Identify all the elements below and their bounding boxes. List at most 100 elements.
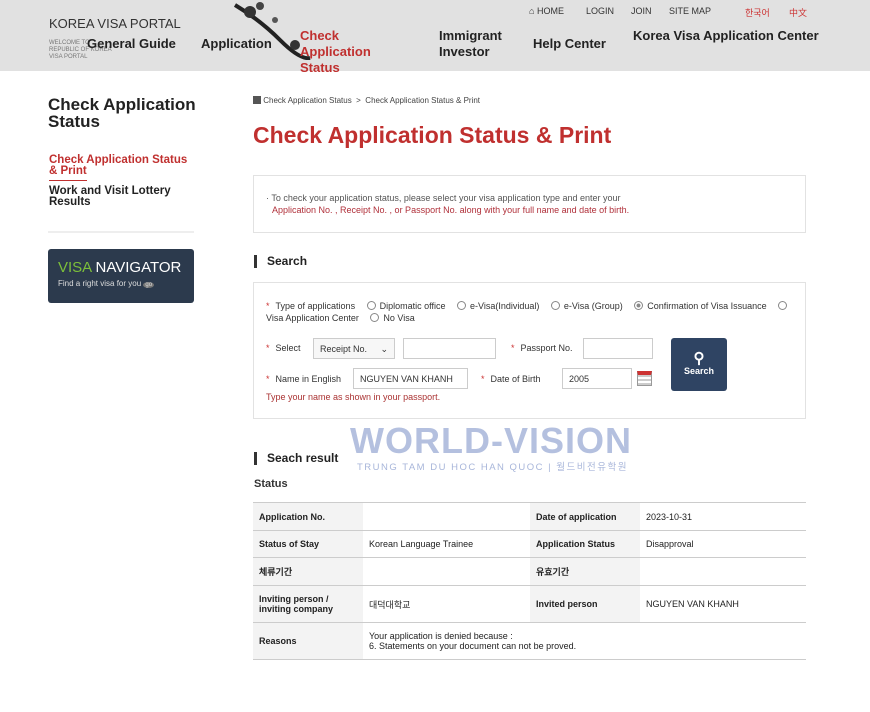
breadcrumb: Check Application Status > Check Applica… <box>253 96 480 105</box>
required-mark: * <box>266 343 270 353</box>
table-row: Status of Stay Korean Language Trainee App… <box>253 530 806 558</box>
calendar-icon[interactable] <box>637 371 652 386</box>
header: KOREA VISA PORTAL WELCOME TO REPUBLIC OF… <box>0 0 870 75</box>
reason-line: Your application is denied because : <box>369 631 513 641</box>
nav-visa-center[interactable]: Korea Visa Application Center <box>633 28 819 44</box>
sidebar-item-check-status[interactable]: Check Application Status & Print <box>49 154 189 177</box>
radio-diplomatic[interactable] <box>366 301 376 310</box>
cell-label: Status of Stay <box>253 530 363 558</box>
notice-line: Application No. , Receipt No. , or Passp… <box>272 205 630 215</box>
cell-value: Disapproval <box>640 530 806 558</box>
active-underline <box>49 180 87 181</box>
banner-visa: VISA <box>58 259 92 276</box>
select-value: Receipt No. <box>320 344 368 354</box>
login-link[interactable]: LOGIN <box>586 6 614 16</box>
watermark-logo: WORLD-VISION <box>350 420 632 461</box>
cell-value: NGUYEN VAN KHANH <box>640 585 806 623</box>
table-row: Reasons Your application is denied becaus… <box>253 622 806 660</box>
dob-input[interactable]: 2005 <box>562 368 632 389</box>
cell-label: Inviting person / inviting company <box>253 585 363 623</box>
breadcrumb-item[interactable]: Check Application Status <box>263 96 352 105</box>
divider <box>48 231 194 233</box>
required-mark: * <box>511 343 515 353</box>
cell-value: Korean Language Trainee <box>363 530 530 558</box>
reason-line: 6. Statements on your document can not b… <box>369 641 577 651</box>
status-subheading: Status <box>254 478 288 490</box>
table-row: Inviting person / inviting company 대덕대학교 I… <box>253 585 806 623</box>
sitemap-link[interactable]: SITE MAP <box>669 6 711 16</box>
cell-label: 유효기간 <box>530 557 640 586</box>
required-mark: * <box>266 301 270 311</box>
search-form: * Type of applications Diplomatic office … <box>253 282 806 419</box>
search-button[interactable]: ⚲ Search <box>671 338 727 391</box>
application-type-group: * Type of applications Diplomatic office … <box>266 300 801 324</box>
breadcrumb-item[interactable]: Check Application Status & Print <box>365 96 480 105</box>
chevron-down-icon: ⌄ <box>380 344 388 354</box>
cell-value: 대덕대학교 <box>363 585 530 623</box>
cell-label: Invited person <box>530 585 640 623</box>
radio-label: Visa Application Center <box>266 313 359 323</box>
cell-label: Date of application <box>530 502 640 531</box>
radio-evisa-group[interactable] <box>550 301 560 310</box>
select-label: Select <box>275 343 301 353</box>
required-mark: * <box>266 374 270 384</box>
chinese-link[interactable]: 中文 <box>789 6 807 19</box>
visa-navigator-banner[interactable]: VISA NAVIGATOR Find a right visa for you… <box>48 249 194 303</box>
site-logo[interactable]: KOREA VISA PORTAL <box>49 16 181 31</box>
nav-help-center[interactable]: Help Center <box>533 36 606 52</box>
number-input[interactable] <box>403 338 496 359</box>
home-link[interactable]: ⌂ HOME <box>529 6 564 16</box>
radio-label: e-Visa (Group) <box>563 301 623 311</box>
table-row: Application No. Date of application 2023-1… <box>253 502 806 531</box>
korean-link[interactable]: 한국어 <box>745 6 770 19</box>
name-input[interactable]: NGUYEN VAN KHANH <box>353 368 468 389</box>
passport-label: Passport No. <box>520 343 573 353</box>
passport-input[interactable] <box>583 338 653 359</box>
type-label: Type of applications <box>275 301 356 311</box>
name-label: Name in English <box>275 374 342 384</box>
watermark-sub: TRUNG TAM DU HOC HAN QUOC | 월드비전유학원 <box>357 462 628 473</box>
radio-label: Confirmation of Visa Issuance <box>647 301 767 311</box>
nav-check-status[interactable]: Check Application Status <box>300 28 410 76</box>
nav-immigrant-investor[interactable]: Immigrant Investor <box>439 28 509 60</box>
home-icon <box>253 96 261 104</box>
radio-confirmation[interactable] <box>634 301 644 310</box>
join-link[interactable]: JOIN <box>631 6 652 16</box>
id-type-select[interactable]: Receipt No. ⌄ <box>313 338 395 359</box>
cell-label: Reasons <box>253 622 363 660</box>
nav-general-guide[interactable]: General Guide <box>87 36 176 52</box>
home-icon: ⌂ <box>529 6 535 16</box>
radio-label: Diplomatic office <box>379 301 446 311</box>
cell-value: 2023-10-31 <box>640 502 806 531</box>
dob-label: Date of Birth <box>490 374 541 384</box>
cell-label: 체류기간 <box>253 557 363 586</box>
sidebar-item-lottery[interactable]: Work and Visit Lottery Results <box>49 185 179 208</box>
reasons-value: Your application is denied because :6. S… <box>363 622 806 660</box>
cell-label: Application Status <box>530 530 640 558</box>
result-heading: Seach result <box>254 452 338 465</box>
cell-value <box>640 557 806 586</box>
radio-visa-center[interactable] <box>778 301 788 310</box>
table-row: 체류기간 유효기간 <box>253 557 806 586</box>
name-hint: Type your name as shown in your passport… <box>266 392 441 402</box>
banner-sub: Find a right visa for you <box>58 279 142 288</box>
go-badge: go <box>143 282 155 288</box>
notice-line: · To check your application status, plea… <box>266 193 621 203</box>
home-label: HOME <box>536 6 564 16</box>
cell-value <box>363 502 530 531</box>
radio-label: e-Visa(Individual) <box>469 301 540 311</box>
result-table: Application No. Date of application 2023-1… <box>253 502 806 660</box>
radio-evisa-individual[interactable] <box>456 301 466 310</box>
radio-label: No Visa <box>383 313 415 323</box>
nav-application[interactable]: Application <box>201 36 272 52</box>
banner-navigator: NAVIGATOR <box>95 259 182 276</box>
cell-label: Application No. <box>253 502 363 531</box>
page-title: Check Application Status & Print <box>253 122 612 148</box>
search-icon: ⚲ <box>693 350 705 367</box>
search-button-label: Search <box>683 366 715 376</box>
search-heading: Search <box>254 255 307 268</box>
radio-no-visa[interactable] <box>370 313 380 322</box>
notice-box: · To check your application status, plea… <box>253 175 806 233</box>
required-mark: * <box>481 374 485 384</box>
sidebar-title: Check Application Status <box>48 95 196 131</box>
